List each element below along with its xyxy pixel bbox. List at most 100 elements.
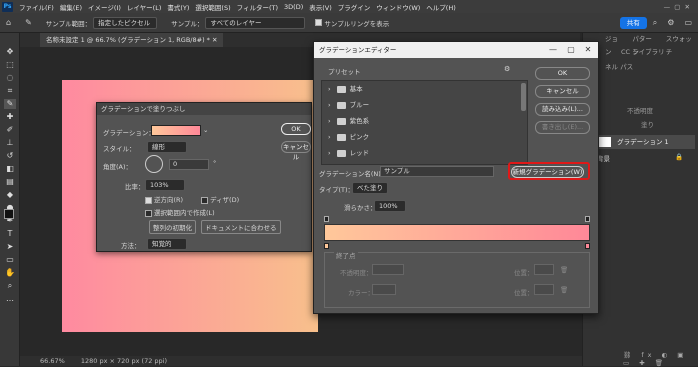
more-tools-icon[interactable]: … (4, 294, 16, 304)
gradient-preview[interactable] (151, 125, 201, 136)
menu-image[interactable]: イメージ(I) (88, 2, 121, 12)
menu-filter[interactable]: フィルター(T) (237, 2, 278, 12)
channels-paths-tabs[interactable]: ネル パス (601, 61, 698, 74)
panel-tab-gradient[interactable]: ジョン (605, 33, 624, 56)
menu-select[interactable]: 選択範囲(S) (195, 2, 230, 12)
hand-tool-icon[interactable]: ✋ (4, 268, 16, 278)
presets-gear-icon[interactable]: ⚙ (504, 65, 510, 73)
menu-edit[interactable]: 編集(E) (60, 2, 82, 12)
layer-row-gradient[interactable]: グラデーション 1 (587, 135, 695, 149)
foreground-color-swatch[interactable] (4, 209, 14, 219)
show-ring-label: サンプルリングを表示 (324, 19, 390, 28)
eraser-tool-icon[interactable]: ◧ (4, 164, 16, 174)
angle-input[interactable]: 0 (169, 159, 209, 170)
close-tab-icon[interactable]: ✕ (212, 36, 217, 44)
opacity-stop-left[interactable] (324, 216, 329, 222)
zoom-level[interactable]: 66.67% (40, 357, 65, 365)
export-button[interactable]: 書き出し(E)... (535, 121, 590, 134)
history-brush-icon[interactable]: ↺ (4, 151, 16, 161)
stop-location-input[interactable] (534, 264, 554, 275)
panel-tab-patterns[interactable]: パターン (632, 33, 657, 56)
chevron-right-icon: › (328, 117, 331, 125)
shape-tool-icon[interactable]: ▭ (4, 255, 16, 265)
fill-cancel-button[interactable]: キャンセル (281, 141, 311, 161)
gradient-dropdown-icon[interactable]: ⌄ (203, 126, 208, 134)
angle-dial[interactable] (145, 155, 163, 173)
preset-folder-red[interactable]: › レッド (328, 146, 508, 160)
sample-range-select[interactable]: 指定したピクセル (93, 16, 158, 29)
style-select[interactable]: 線形 (147, 141, 187, 153)
reverse-option[interactable]: 逆方向(R) (145, 194, 183, 204)
editor-ok-button[interactable]: OK (535, 67, 590, 80)
color-stop-right[interactable] (585, 243, 590, 249)
window-controls[interactable]: — ▢ ✕ (664, 3, 690, 11)
preset-folder-blue[interactable]: › ブルー (328, 98, 508, 112)
marquee-tool-icon[interactable]: ⬚ (4, 60, 16, 70)
layer-actions[interactable]: ⛓ fx ◐ ▣ ▭ ✚ 🗑 (623, 351, 698, 367)
menu-window[interactable]: ウィンドウ(W) (376, 2, 420, 12)
menu-file[interactable]: ファイル(F) (19, 2, 54, 12)
healing-tool-icon[interactable]: ✚ (4, 112, 16, 122)
move-tool-icon[interactable]: ✥ (4, 47, 16, 57)
minimize-icon[interactable]: — (546, 42, 560, 58)
type-select[interactable]: べた塗り (352, 182, 388, 194)
opacity-label: 不透明度 (627, 107, 653, 115)
fill-ok-button[interactable]: OK (281, 123, 311, 135)
preset-folder-purple[interactable]: › 紫色系 (328, 114, 508, 128)
stop-color-swatch[interactable] (372, 284, 396, 295)
stamp-tool-icon[interactable]: ⊥ (4, 138, 16, 148)
share-button[interactable]: 共有 (619, 16, 647, 29)
zoom-tool-icon[interactable]: ⌕ (4, 281, 16, 291)
blur-tool-icon[interactable]: ◆ (4, 190, 16, 200)
text-tool-icon[interactable]: T (4, 229, 16, 239)
align-checkbox[interactable] (145, 209, 152, 217)
menu-help[interactable]: ヘルプ(H) (426, 2, 455, 12)
crop-tool-icon[interactable]: ⌗ (4, 86, 16, 96)
menu-type[interactable]: 書式(Y) (167, 2, 189, 12)
maximize-icon[interactable]: ▢ (564, 42, 578, 58)
scale-select[interactable]: 103% (145, 179, 185, 191)
sample-select[interactable]: すべてのレイヤー (205, 16, 306, 29)
load-button[interactable]: 読み込み(L)... (535, 103, 590, 116)
stop-location2-input[interactable] (534, 284, 554, 295)
preset-folder-pink[interactable]: › ピンク (328, 130, 508, 144)
delete-color-stop-icon[interactable]: 🗑 (560, 286, 568, 294)
home-icon[interactable]: ⌂ (6, 18, 11, 27)
reset-align-button[interactable]: 整列の初期化 (149, 220, 196, 234)
menu-layer[interactable]: レイヤー(L) (127, 2, 162, 12)
method-select[interactable]: 知覚的 (147, 238, 187, 250)
preset-folder-basic[interactable]: › 基本 (328, 82, 508, 96)
document-tab[interactable]: 名称未設定 1 @ 66.7% (グラデーション 1, RGB/8#) * ✕ (40, 33, 224, 47)
editor-cancel-button[interactable]: キャンセル (535, 85, 590, 98)
search-icon[interactable]: ⌕ (653, 18, 657, 28)
gear-icon[interactable]: ⚙ (667, 18, 674, 27)
lasso-tool-icon[interactable]: ◌ (4, 73, 16, 83)
preset-scrollbar[interactable] (521, 83, 526, 111)
delete-opacity-stop-icon[interactable]: 🗑 (560, 266, 568, 274)
stop-opacity-input[interactable] (372, 264, 404, 275)
close-icon[interactable]: ✕ (581, 42, 595, 58)
gradient-tool-icon[interactable]: ▤ (4, 177, 16, 187)
cc-libraries-tab[interactable]: CC ライブラリ (617, 46, 698, 59)
opacity-stop-right[interactable] (585, 216, 590, 222)
menu-3d[interactable]: 3D(D) (284, 3, 303, 11)
smoothness-select[interactable]: 100% (374, 200, 406, 212)
path-select-icon[interactable]: ➤ (4, 242, 16, 252)
align-option[interactable]: 選択範囲内で作成(L) (145, 207, 215, 217)
menu-plugins[interactable]: プラグイン (338, 2, 371, 12)
dither-option[interactable]: ディザ(D) (201, 194, 239, 204)
fit-document-button[interactable]: ドキュメントに合わせる (201, 220, 281, 234)
reverse-checkbox[interactable] (145, 196, 152, 204)
workspace-icon[interactable]: ▭ (684, 18, 692, 27)
gradient-name-input[interactable]: サンプル (380, 166, 494, 177)
eyedropper-icon[interactable]: ✎ (25, 18, 32, 27)
dither-checkbox[interactable] (201, 196, 208, 204)
color-stop-left[interactable] (324, 243, 329, 249)
show-ring-checkbox[interactable] (315, 19, 323, 26)
menu-view[interactable]: 表示(V) (309, 2, 332, 12)
panel-tab-swatches[interactable]: スウォッチ (666, 33, 698, 56)
eyedropper-tool-icon[interactable]: ✎ (4, 99, 16, 109)
right-panel: ジョン パターン スウォッチ CC ライブラリ ネル パス 不透明度 塗り グラ… (582, 33, 698, 367)
gradient-bar[interactable] (324, 224, 590, 241)
brush-tool-icon[interactable]: ✐ (4, 125, 16, 135)
